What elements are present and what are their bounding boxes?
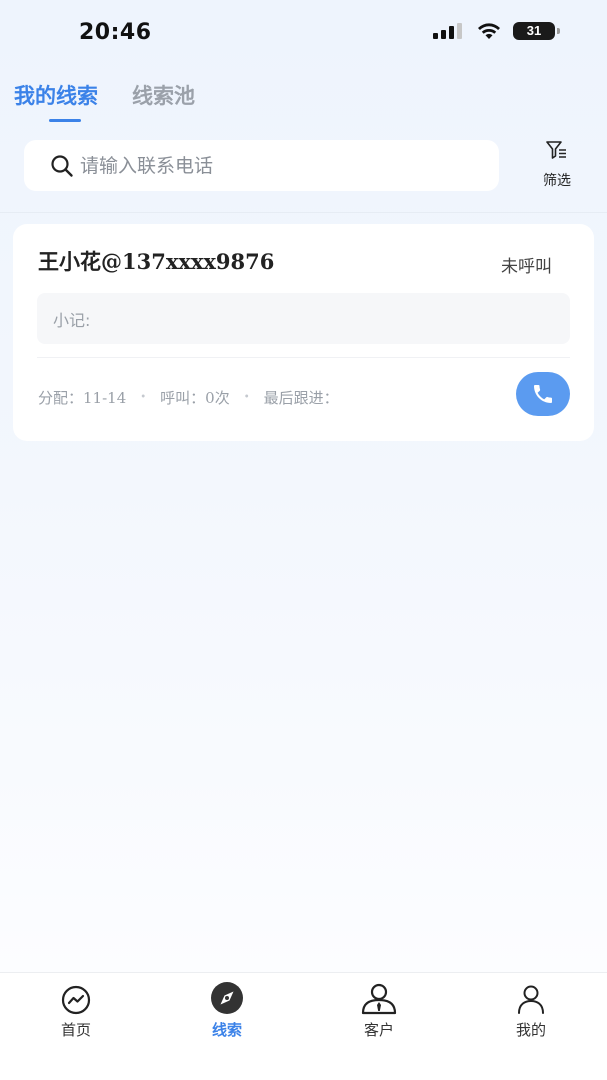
nav-leads[interactable]: 线索 (187, 981, 267, 1040)
nav-home[interactable]: 首页 (36, 981, 116, 1040)
filter-label: 筛选 (543, 173, 571, 189)
card-divider (37, 357, 570, 358)
nav-customers[interactable]: 客户 (339, 981, 419, 1040)
filter-icon (546, 141, 566, 159)
nav-leads-label: 线索 (211, 1021, 242, 1039)
search-input[interactable] (80, 154, 480, 177)
lead-card[interactable]: 王小花@137xxxx9876 未呼叫 小记: 分配：11-14 • 呼叫：0次… (13, 224, 594, 441)
lead-meta: 分配：11-14 • 呼叫：0次 • 最后跟进： (38, 387, 339, 408)
note-field[interactable]: 小记: (37, 293, 570, 344)
tab-lead-pool[interactable]: 线索池 (132, 80, 195, 122)
assigned-date: 分配：11-14 (38, 389, 127, 407)
call-button[interactable] (516, 372, 570, 416)
filter-button[interactable]: 筛选 (536, 140, 578, 190)
trend-chart-icon (61, 985, 91, 1015)
note-label: 小记: (53, 310, 91, 330)
status-time: 20:46 (79, 20, 152, 45)
lead-title: 王小花@137xxxx9876 (38, 249, 275, 274)
call-count: 呼叫：0次 (160, 389, 230, 407)
signal-icon (433, 23, 462, 39)
nav-profile-label: 我的 (515, 1021, 546, 1039)
status-bar: 20:46 31 (0, 0, 607, 62)
compass-icon (211, 982, 243, 1014)
battery-icon: 31 (513, 22, 560, 40)
header-divider (0, 212, 607, 213)
wifi-icon (478, 22, 500, 39)
phone-icon (534, 385, 552, 403)
nav-home-label: 首页 (60, 1021, 91, 1039)
nav-customers-label: 客户 (363, 1021, 394, 1039)
meta-separator: • (243, 392, 250, 403)
nav-profile[interactable]: 我的 (491, 981, 571, 1040)
status-icons: 31 (433, 22, 560, 40)
meta-separator: • (140, 392, 147, 403)
last-follow-up: 最后跟进： (263, 389, 339, 407)
person-icon (518, 985, 544, 1014)
call-status: 未呼叫 (501, 257, 552, 277)
bottom-nav: 首页 线索 客户 我的 (0, 972, 607, 1080)
search-box (24, 140, 499, 191)
tab-my-leads[interactable]: 我的线索 (14, 80, 98, 122)
customer-icon (361, 983, 397, 1015)
search-icon (51, 154, 73, 177)
top-tabs: 我的线索 线索池 (14, 80, 195, 122)
